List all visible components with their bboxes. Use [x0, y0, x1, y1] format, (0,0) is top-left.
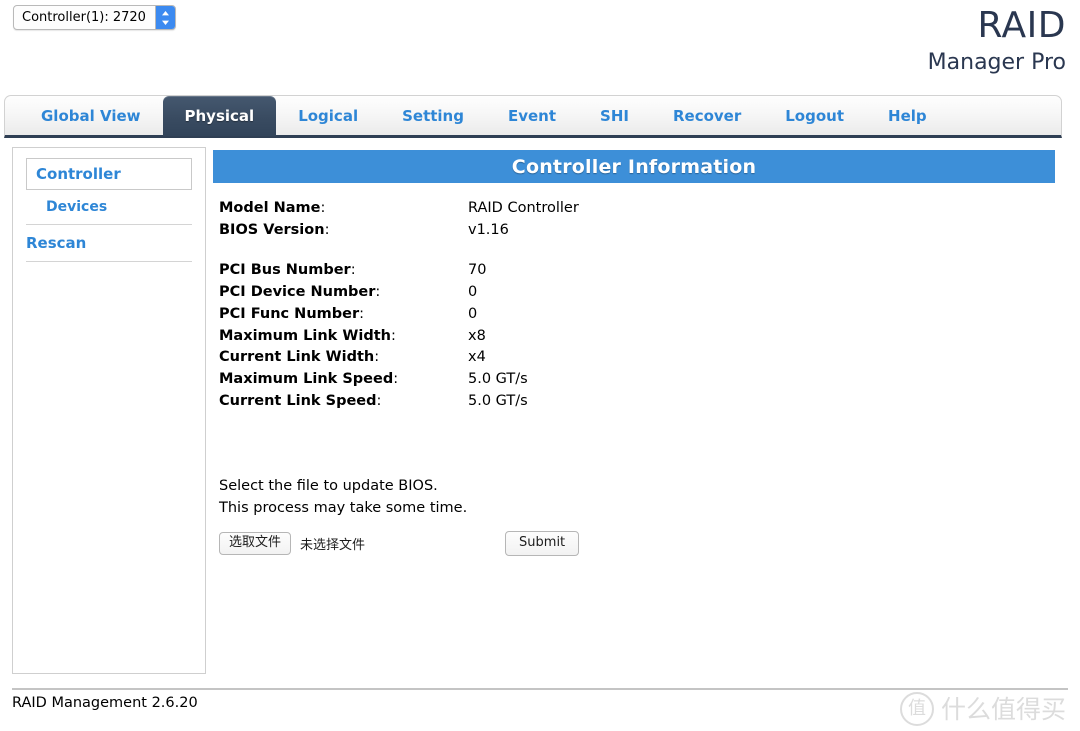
info-value: 0	[468, 305, 478, 322]
spacer-cell	[219, 241, 579, 260]
table-row: PCI Func Number: 0	[219, 304, 579, 326]
info-label: Current Link Width	[219, 349, 375, 366]
info-label: PCI Bus Number	[219, 262, 351, 279]
footer-version: RAID Management 2.6.20	[12, 695, 198, 711]
info-value: x4	[468, 349, 486, 366]
tab-global-view[interactable]: Global View	[19, 96, 163, 135]
table-row: PCI Bus Number: 70	[219, 260, 579, 282]
table-row: BIOS Version: v1.16	[219, 220, 579, 242]
tab-help[interactable]: Help	[866, 96, 949, 135]
sidebar-item-controller[interactable]: Controller	[26, 158, 192, 190]
bios-upload-row: 选取文件 未选择文件 Submit	[219, 530, 1055, 556]
info-label-cell: PCI Bus Number:	[219, 262, 356, 279]
sidebar-item-devices[interactable]: Devices	[26, 190, 192, 225]
info-label-cell: PCI Func Number:	[219, 305, 365, 322]
info-label-cell: Current Link Width:	[219, 349, 380, 366]
info-label-cell: Model Name:	[219, 200, 326, 216]
controller-select-value: Controller(1): 2720	[22, 10, 146, 25]
info-value: 70	[468, 262, 487, 279]
top-bar: Controller(1): 2720 RAID Manager Pro	[0, 0, 1080, 88]
info-label-cell: PCI Device Number:	[219, 284, 381, 301]
watermark: 值 什么值得买	[899, 692, 1066, 726]
brand-logo: RAID Manager Pro	[928, 8, 1066, 74]
main-content: Controller Information Model Name: RAID …	[213, 150, 1055, 556]
table-row: Model Name: RAID Controller	[219, 198, 579, 220]
tab-physical[interactable]: Physical	[162, 96, 277, 136]
info-value: v1.16	[468, 221, 509, 238]
chevron-updown-icon[interactable]	[154, 6, 175, 29]
tab-logout[interactable]: Logout	[763, 96, 866, 135]
table-row: PCI Device Number: 0	[219, 282, 579, 304]
info-value: x8	[468, 327, 486, 344]
main-navigation-tabs: Global View Physical Logical Setting Eve…	[4, 95, 1062, 138]
sidebar: Controller Devices Rescan	[12, 147, 206, 674]
controller-select[interactable]: Controller(1): 2720	[13, 5, 176, 30]
table-row: Current Link Speed: 5.0 GT/s	[219, 391, 579, 413]
tab-event[interactable]: Event	[486, 96, 578, 135]
info-value: RAID Controller	[468, 200, 579, 216]
info-value: 5.0 GT/s	[468, 392, 528, 409]
panel-title: Controller Information	[213, 150, 1055, 183]
table-row: Maximum Link Width: x8	[219, 326, 579, 348]
bios-update-section: Select the file to update BIOS. This pro…	[219, 476, 1055, 556]
submit-button[interactable]: Submit	[505, 530, 580, 556]
info-label: BIOS Version	[219, 221, 325, 238]
info-label: PCI Func Number	[219, 305, 360, 322]
info-label: Maximum Link Width	[219, 327, 391, 344]
watermark-badge-icon: 值	[899, 692, 934, 726]
table-spacer-row	[219, 241, 579, 260]
bios-update-instruction-2: This process may take some time.	[219, 500, 468, 517]
brand-tagline: Manager Pro	[927, 50, 1066, 75]
info-label: Maximum Link Speed	[219, 370, 394, 387]
info-label: Model Name	[219, 200, 321, 216]
watermark-text: 什么值得买	[940, 694, 1066, 724]
info-label-cell: Maximum Link Width:	[219, 327, 396, 344]
info-label-cell: Maximum Link Speed:	[219, 370, 399, 387]
brand-name: RAID	[977, 5, 1066, 46]
table-row: Maximum Link Speed: 5.0 GT/s	[219, 369, 579, 391]
controller-info-table: Model Name: RAID Controller BIOS Version…	[219, 198, 579, 412]
choose-file-button[interactable]: 选取文件	[219, 531, 292, 555]
sidebar-item-rescan[interactable]: Rescan	[26, 225, 192, 262]
info-label-cell: BIOS Version:	[219, 221, 330, 238]
footer-divider	[12, 688, 1068, 690]
info-label: Current Link Speed	[219, 392, 377, 409]
tab-logical[interactable]: Logical	[276, 96, 380, 135]
selected-file-name: 未选择文件	[300, 537, 366, 553]
info-value: 0	[468, 284, 478, 301]
tab-setting[interactable]: Setting	[380, 96, 486, 135]
info-label: PCI Device Number	[219, 284, 376, 301]
info-value: 5.0 GT/s	[468, 370, 528, 387]
tab-shi[interactable]: SHI	[578, 96, 651, 135]
tab-recover[interactable]: Recover	[651, 96, 763, 135]
table-row: Current Link Width: x4	[219, 347, 579, 369]
bios-update-instruction-1: Select the file to update BIOS.	[219, 478, 438, 495]
bios-file-input[interactable]: 选取文件 未选择文件	[219, 531, 366, 555]
info-label-cell: Current Link Speed:	[219, 392, 382, 409]
